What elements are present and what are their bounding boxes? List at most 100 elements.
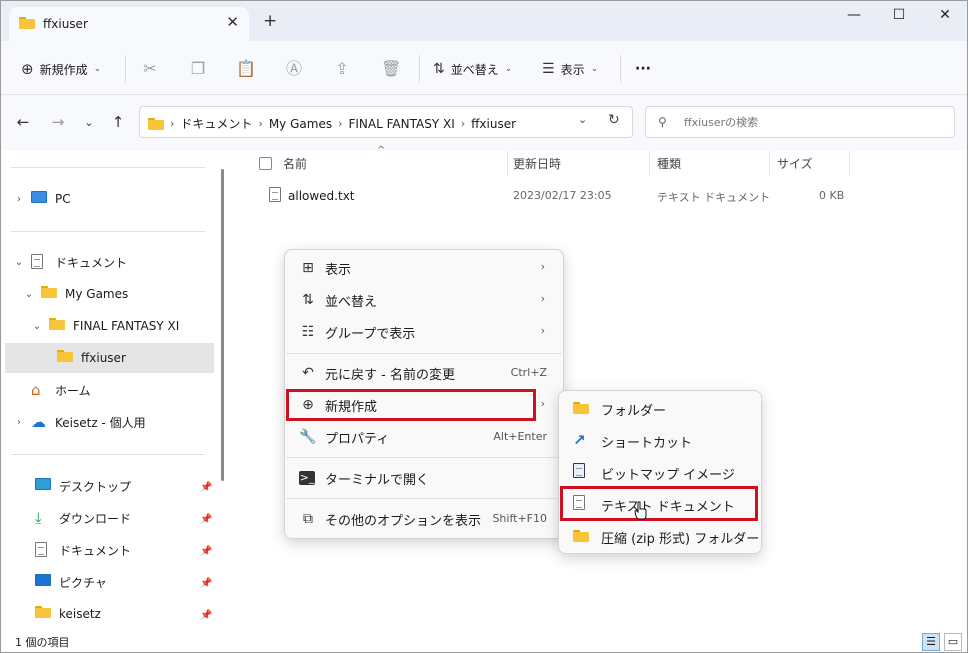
column-divider[interactable] [849, 151, 850, 177]
sidebar-item-my-games[interactable]: ⌄ My Games [21, 279, 211, 309]
pin-icon[interactable]: 📌 [200, 546, 212, 557]
address-bar[interactable]: › ドキュメント › My Games › FINAL FANTASY XI ›… [139, 106, 633, 138]
chevron-down-icon[interactable]: ⌄ [578, 113, 587, 126]
column-header-modified[interactable]: 更新日時 [513, 155, 561, 172]
delete-icon[interactable]: 🗑 [381, 59, 401, 79]
more-options-button[interactable]: ··· [635, 59, 651, 79]
tab-ffxiuser[interactable]: ffxiuser ✕ [9, 7, 249, 41]
copy-icon[interactable]: ❐ [188, 59, 208, 79]
toolbar-divider [125, 55, 126, 83]
title-bar: ffxiuser ✕ + — ☐ ✕ [1, 1, 967, 41]
submenu-item-bitmap[interactable]: ビットマップ イメージ [563, 457, 759, 487]
maximize-button[interactable]: ☐ [884, 7, 914, 23]
column-header-size[interactable]: サイズ [777, 155, 813, 172]
sidebar-item-pictures[interactable]: ピクチャ [35, 567, 205, 597]
sidebar-item-ffxiuser[interactable]: ffxiuser [5, 343, 214, 373]
chevron-right-icon: › [540, 397, 545, 410]
submenu-item-folder[interactable]: フォルダー [563, 393, 759, 423]
menu-item-view[interactable]: ⊞ 表示 › [289, 253, 559, 283]
paste-icon[interactable]: 📋 [236, 59, 256, 79]
new-button[interactable]: ⊕ 新規作成 ⌄ [21, 59, 101, 79]
menu-item-group-by[interactable]: ☷ グループで表示 › [289, 317, 559, 347]
column-divider[interactable] [649, 151, 650, 177]
menu-item-undo-rename[interactable]: ↶ 元に戻す - 名前の変更 Ctrl+Z [289, 358, 559, 388]
shortcut-label: Alt+Enter [493, 430, 547, 443]
sort-button[interactable]: ⇅ 並べ替え ⌄ [433, 59, 512, 79]
back-button[interactable]: ← [12, 113, 34, 131]
share-icon[interactable]: ⇪ [332, 59, 352, 79]
sidebar-item-documents[interactable]: ⌄ ドキュメント [11, 247, 211, 277]
column-header-name[interactable]: 名前 [283, 155, 307, 172]
new-button-label: 新規作成 [39, 62, 88, 77]
chevron-right-icon[interactable]: › [11, 194, 27, 205]
column-divider[interactable] [769, 151, 770, 177]
submenu-item-shortcut[interactable]: ↗ ショートカット [563, 425, 759, 455]
folder-icon [35, 606, 53, 622]
sidebar-item-keisetz[interactable]: keisetz [35, 599, 205, 629]
plus-circle-icon: ⊕ [21, 60, 34, 78]
menu-item-sort[interactable]: ⇅ 並べ替え › [289, 285, 559, 315]
sidebar-item-home[interactable]: ⌂ ホーム [31, 375, 211, 405]
shortcut-label: Ctrl+Z [510, 366, 547, 379]
close-button[interactable]: ✕ [930, 7, 960, 23]
breadcrumb: › ドキュメント › My Games › FINAL FANTASY XI ›… [148, 115, 516, 132]
sidebar-item-label: ホーム [55, 383, 91, 398]
cut-icon[interactable]: ✂ [140, 59, 160, 79]
select-all-checkbox[interactable] [259, 157, 272, 170]
sidebar-item-desktop[interactable]: デスクトップ [35, 471, 205, 501]
sidebar-item-downloads[interactable]: ⤓ ダウンロード [35, 503, 205, 533]
menu-item-properties[interactable]: 🔧 プロパティ Alt+Enter [289, 422, 559, 452]
minimize-button[interactable]: — [839, 7, 869, 23]
chevron-down-icon[interactable]: ⌄ [11, 257, 27, 268]
sidebar-item-documents-quick[interactable]: ドキュメント [35, 535, 205, 565]
folder-icon [19, 17, 35, 29]
sidebar-item-label: keisetz [59, 607, 101, 621]
breadcrumb-item[interactable]: FINAL FANTASY XI [348, 117, 454, 131]
file-modified: 2023/02/17 23:05 [513, 189, 612, 202]
sidebar-item-label: ドキュメント [59, 543, 132, 558]
pin-icon[interactable]: 📌 [200, 610, 212, 621]
sidebar-item-label: ffxiuser [81, 351, 126, 365]
documents-icon [31, 254, 49, 270]
file-type: テキスト ドキュメント [657, 191, 771, 204]
chevron-down-icon[interactable]: ⌄ [29, 321, 45, 332]
menu-item-more-options[interactable]: ⧉ その他のオプションを表示 Shift+F10 [289, 504, 559, 534]
submenu-item-zip-folder[interactable]: 圧縮 (zip 形式) フォルダー [563, 521, 759, 551]
details-view-button[interactable]: ☰ [922, 633, 940, 651]
column-header-type[interactable]: 種類 [657, 155, 681, 172]
column-divider[interactable] [507, 151, 508, 177]
menu-divider [286, 498, 562, 499]
sidebar-item-label: デスクトップ [59, 479, 132, 494]
sidebar-item-onedrive[interactable]: › ☁ Keisetz - 個人用 [11, 407, 211, 437]
pin-icon[interactable]: 📌 [200, 482, 212, 493]
chevron-down-icon[interactable]: ⌄ [21, 289, 37, 300]
sidebar-scrollbar[interactable] [221, 169, 224, 481]
new-tab-button[interactable]: + [263, 11, 277, 31]
tab-close-icon[interactable]: ✕ [226, 13, 239, 31]
up-button[interactable]: ↑ [107, 113, 129, 131]
sort-ascending-icon: ^ [377, 145, 386, 156]
view-button[interactable]: ☰ 表示 ⌄ [542, 59, 598, 79]
breadcrumb-item[interactable]: ffxiuser [471, 117, 516, 131]
forward-button[interactable]: → [47, 113, 69, 131]
sidebar-item-final-fantasy-xi[interactable]: ⌄ FINAL FANTASY XI [29, 311, 211, 341]
breadcrumb-item[interactable]: My Games [269, 117, 332, 131]
sidebar-item-pc[interactable]: › PC [11, 184, 211, 214]
pin-icon[interactable]: 📌 [200, 514, 212, 525]
rename-icon[interactable]: Ⓐ [284, 59, 304, 79]
wrench-icon: 🔧 [299, 429, 317, 445]
refresh-icon[interactable]: ↻ [608, 112, 620, 128]
pc-icon [31, 191, 49, 207]
bitmap-icon [573, 463, 591, 481]
search-input[interactable] [684, 113, 944, 131]
chevron-down-icon: ⌄ [504, 64, 513, 74]
breadcrumb-item[interactable]: ドキュメント [180, 115, 252, 132]
chevron-down-icon: ⌄ [590, 64, 599, 74]
chevron-right-icon[interactable]: › [11, 417, 27, 428]
pin-icon[interactable]: 📌 [200, 578, 212, 589]
large-icons-view-button[interactable]: ▭ [944, 633, 962, 651]
chevron-down-icon: ⌄ [93, 64, 102, 74]
recent-locations-button[interactable]: ⌄ [78, 116, 100, 129]
search-box[interactable]: ⚲ [645, 106, 955, 138]
menu-item-open-terminal[interactable]: >_ ターミナルで開く [289, 463, 559, 493]
